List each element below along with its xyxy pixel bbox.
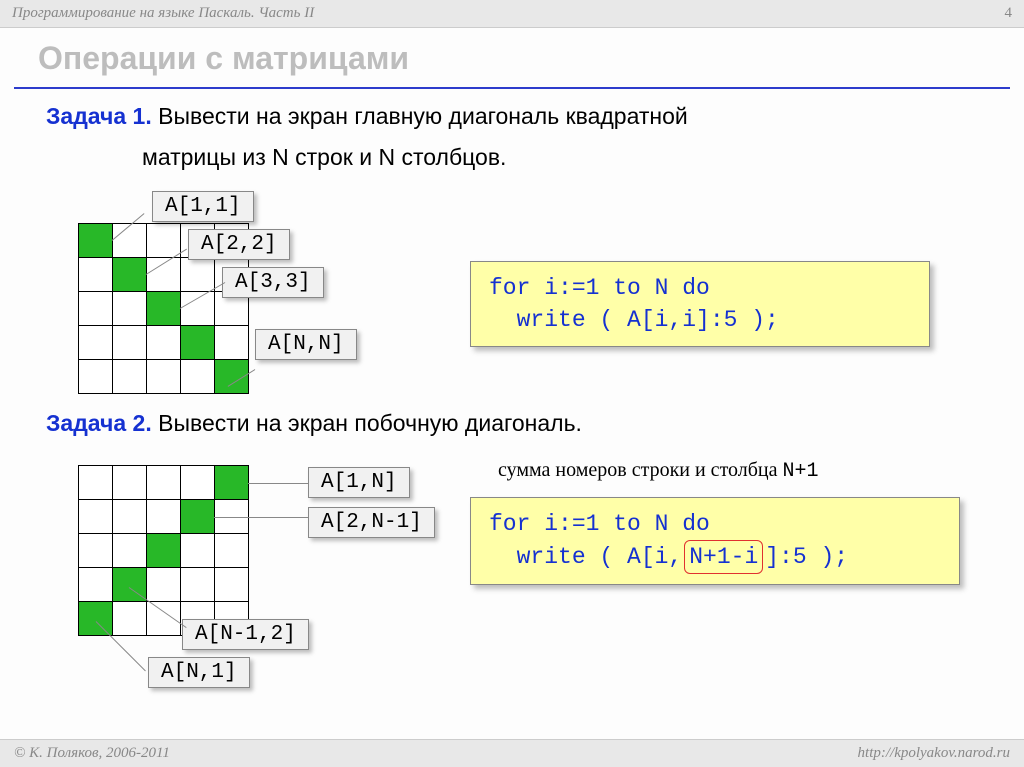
code-task2: for i:=1 to N do write ( A[i,N+1-i]:5 );	[470, 497, 960, 585]
task1-label: Задача 1.	[46, 103, 152, 129]
task1-text-line2: матрицы из N строк и N столбцов.	[142, 144, 1024, 171]
task1-text: Задача 1. Вывести на экран главную диаго…	[46, 103, 1024, 130]
label-an12: A[N-1,2]	[182, 619, 309, 650]
label-a11: A[1,1]	[152, 191, 254, 222]
header-title: Программирование на языке Паскаль. Часть…	[12, 5, 314, 22]
label-a33: A[3,3]	[222, 267, 324, 298]
header-bar: Программирование на языке Паскаль. Часть…	[0, 0, 1024, 28]
task2-label: Задача 2.	[46, 410, 152, 436]
page-number: 4	[1005, 5, 1013, 22]
leader	[214, 517, 308, 518]
footer-bar: © К. Поляков, 2006-2011 http://kpolyakov…	[0, 739, 1024, 767]
label-an1: A[N,1]	[148, 657, 250, 688]
highlight-expr: N+1-i	[684, 540, 763, 574]
task2-text: Задача 2. Вывести на экран побочную диаг…	[46, 410, 1024, 437]
label-a22: A[2,2]	[188, 229, 290, 260]
label-a1n: A[1,N]	[308, 467, 410, 498]
slide-title: Операции с матрицами	[38, 40, 1024, 77]
hint-sum: сумма номеров строки и столбца N+1	[498, 459, 819, 483]
leader	[248, 483, 308, 484]
label-ann: A[N,N]	[255, 329, 357, 360]
footer-url: http://kpolyakov.narod.ru	[858, 745, 1010, 762]
title-underline	[14, 87, 1010, 89]
label-a2n1: A[2,N-1]	[308, 507, 435, 538]
footer-copyright: © К. Поляков, 2006-2011	[14, 745, 170, 762]
code-task1: for i:=1 to N do write ( A[i,i]:5 );	[470, 261, 930, 347]
